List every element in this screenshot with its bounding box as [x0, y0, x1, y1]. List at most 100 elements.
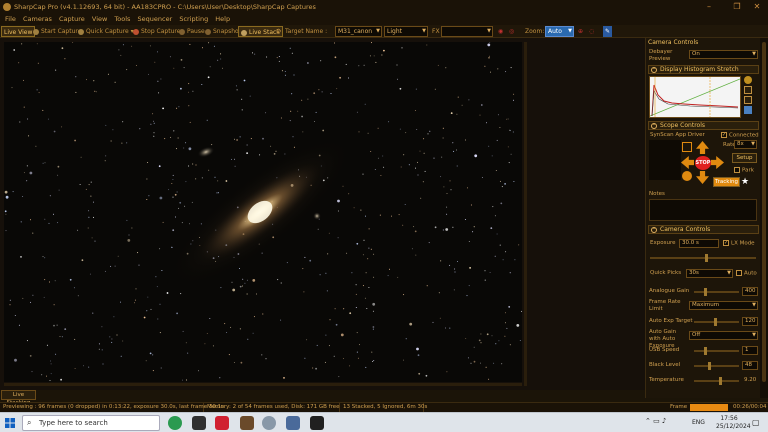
vertical-scrollbar[interactable] — [524, 42, 527, 386]
settings-gear-icon[interactable]: ⚙ — [274, 26, 283, 37]
app-icon-red[interactable] — [215, 416, 229, 430]
menu-help[interactable]: Help — [215, 14, 230, 25]
rate-select[interactable]: 8x ▼ — [734, 140, 757, 149]
chevron-down-icon: ▼ — [727, 270, 731, 276]
quick-capture-button[interactable]: Quick Capture ▾ — [76, 26, 136, 37]
menu-sequencer[interactable]: Sequencer — [138, 14, 173, 25]
fx-select[interactable]: ▼ — [441, 26, 493, 37]
auto-stretch-icon[interactable] — [744, 76, 752, 84]
analogue-gain-input[interactable]: 400 — [742, 287, 758, 296]
save-icon[interactable] — [744, 106, 752, 114]
language-indicator[interactable]: ENG — [692, 419, 705, 426]
arrow-down-icon[interactable] — [696, 171, 709, 184]
frame-rate-select[interactable]: Maximum ▼ — [689, 301, 758, 310]
debayer-select[interactable]: On ▼ — [689, 50, 758, 59]
record-icon[interactable]: ◉ — [496, 26, 505, 37]
park-checkbox[interactable]: Park — [734, 167, 754, 175]
stop-button[interactable]: STOP — [695, 156, 711, 170]
stop-capture-button[interactable]: Stop Capture — [131, 26, 182, 37]
gear-icon[interactable] — [744, 96, 752, 104]
auto-gain-select[interactable]: Off ▼ — [689, 331, 758, 340]
menu-cameras[interactable]: Cameras — [23, 14, 52, 25]
notification-icon[interactable]: ▢ — [752, 418, 760, 427]
arrow-left-icon[interactable] — [681, 156, 694, 169]
target-icon[interactable]: ◎ — [507, 26, 516, 37]
temperature-slider — [694, 377, 739, 385]
notes-textarea[interactable] — [649, 199, 757, 221]
camera-controls-tab[interactable]: Camera Controls — [648, 39, 698, 46]
horizontal-scrollbar[interactable] — [4, 383, 522, 386]
close-icon[interactable]: ✕ — [746, 0, 768, 14]
arrow-right-icon[interactable] — [711, 156, 724, 169]
frame-rate-label: Frame Rate Limit — [649, 299, 681, 312]
connected-checkbox[interactable]: ✓ Connected — [721, 132, 759, 140]
menu-scripting[interactable]: Scripting — [179, 14, 208, 25]
slider-thumb[interactable] — [704, 347, 707, 355]
histogram-chart[interactable] — [649, 76, 741, 118]
windows-start-icon[interactable] — [5, 418, 15, 428]
minimize-icon[interactable]: – — [698, 0, 720, 14]
app-icon-blue[interactable] — [286, 416, 300, 430]
fx-label: FX — [432, 28, 440, 35]
focus-icon[interactable]: ◌ — [587, 26, 596, 37]
zoom-select[interactable]: Auto ▼ — [545, 26, 574, 37]
app-icon-dark[interactable] — [192, 416, 206, 430]
system-tray-icons[interactable]: ⌃ ▭ ♪ — [645, 417, 666, 425]
tools-icon[interactable]: ✎ — [603, 26, 613, 37]
menu-file[interactable]: File — [5, 14, 16, 25]
auto-gain-value: Off — [692, 332, 701, 338]
menu-view[interactable]: View — [92, 14, 107, 25]
auto-exp-input[interactable]: 120 — [742, 317, 758, 326]
app-icon-black[interactable] — [310, 416, 324, 430]
slider-thumb[interactable] — [705, 254, 708, 262]
live-stacking-tab[interactable]: Live Stacking — [1, 390, 36, 406]
title-bar: SharpCap Pro (v4.1.12693, 64 bit) - AA18… — [0, 0, 768, 14]
target-name-input[interactable]: M31_canon ▼ — [335, 26, 382, 37]
slider-thumb[interactable] — [704, 288, 707, 296]
checkbox-checked-icon: ✓ — [721, 132, 727, 138]
crosshair-icon[interactable]: ⊕ — [576, 26, 585, 37]
lx-mode-checkbox[interactable]: ✓ LX Mode — [723, 240, 755, 248]
frame-type-select[interactable]: Light ▼ — [384, 26, 428, 37]
tracking-button[interactable]: Tracking — [713, 177, 740, 187]
corner-nw-icon[interactable] — [682, 142, 692, 152]
analogue-gain-slider[interactable] — [694, 288, 739, 296]
star-icon[interactable]: ★ — [741, 177, 751, 187]
chevron-down-icon: ▼ — [752, 302, 756, 308]
scope-controls-header[interactable]: ^ Scope Controls — [648, 121, 759, 130]
app-icon-green[interactable] — [168, 416, 182, 430]
black-level-slider[interactable] — [694, 362, 739, 370]
pause-icon — [179, 28, 185, 35]
histogram-title: Display Histogram Stretch — [660, 66, 739, 73]
slider-thumb[interactable] — [714, 318, 717, 326]
usb-speed-input[interactable]: 1 — [742, 346, 758, 355]
camera-controls-header[interactable]: ^ Camera Controls — [648, 225, 759, 234]
maximize-icon[interactable]: ❐ — [726, 0, 748, 14]
setup-button[interactable]: Setup — [732, 153, 757, 163]
image-viewport[interactable] — [0, 38, 645, 390]
live-image[interactable] — [4, 42, 522, 382]
quick-picks-select[interactable]: 30s ▼ — [686, 269, 733, 278]
scrollbar-thumb[interactable] — [762, 42, 766, 382]
sharpcap-taskbar-icon[interactable] — [262, 416, 276, 430]
exposure-input[interactable]: 30.0 s — [679, 239, 719, 248]
slider-thumb[interactable] — [708, 362, 711, 370]
taskbar-search-box[interactable]: ⌕ Type here to search — [22, 415, 160, 431]
panel-scrollbar[interactable] — [760, 38, 768, 398]
corner-sw-icon[interactable] — [682, 171, 692, 181]
menu-tools[interactable]: Tools — [114, 14, 130, 25]
auto-checkbox[interactable]: Auto — [736, 270, 757, 278]
taskbar-clock[interactable]: 17:56 25/12/2024 — [716, 415, 751, 431]
usb-speed-slider[interactable] — [694, 347, 739, 355]
reset-icon[interactable] — [744, 86, 752, 94]
exposure-slider[interactable] — [650, 254, 756, 262]
black-level-input[interactable]: 48 — [742, 361, 758, 370]
auto-exp-slider[interactable] — [694, 318, 739, 326]
frame-type-value: Light — [387, 28, 402, 35]
arrow-up-icon[interactable] — [696, 141, 709, 154]
histogram-header[interactable]: ^ Display Histogram Stretch — [648, 65, 759, 74]
menu-capture[interactable]: Capture — [59, 14, 85, 25]
app-icon-brown[interactable] — [240, 416, 254, 430]
andromeda-galaxy — [162, 132, 358, 292]
rate-value: 8x — [737, 141, 744, 147]
